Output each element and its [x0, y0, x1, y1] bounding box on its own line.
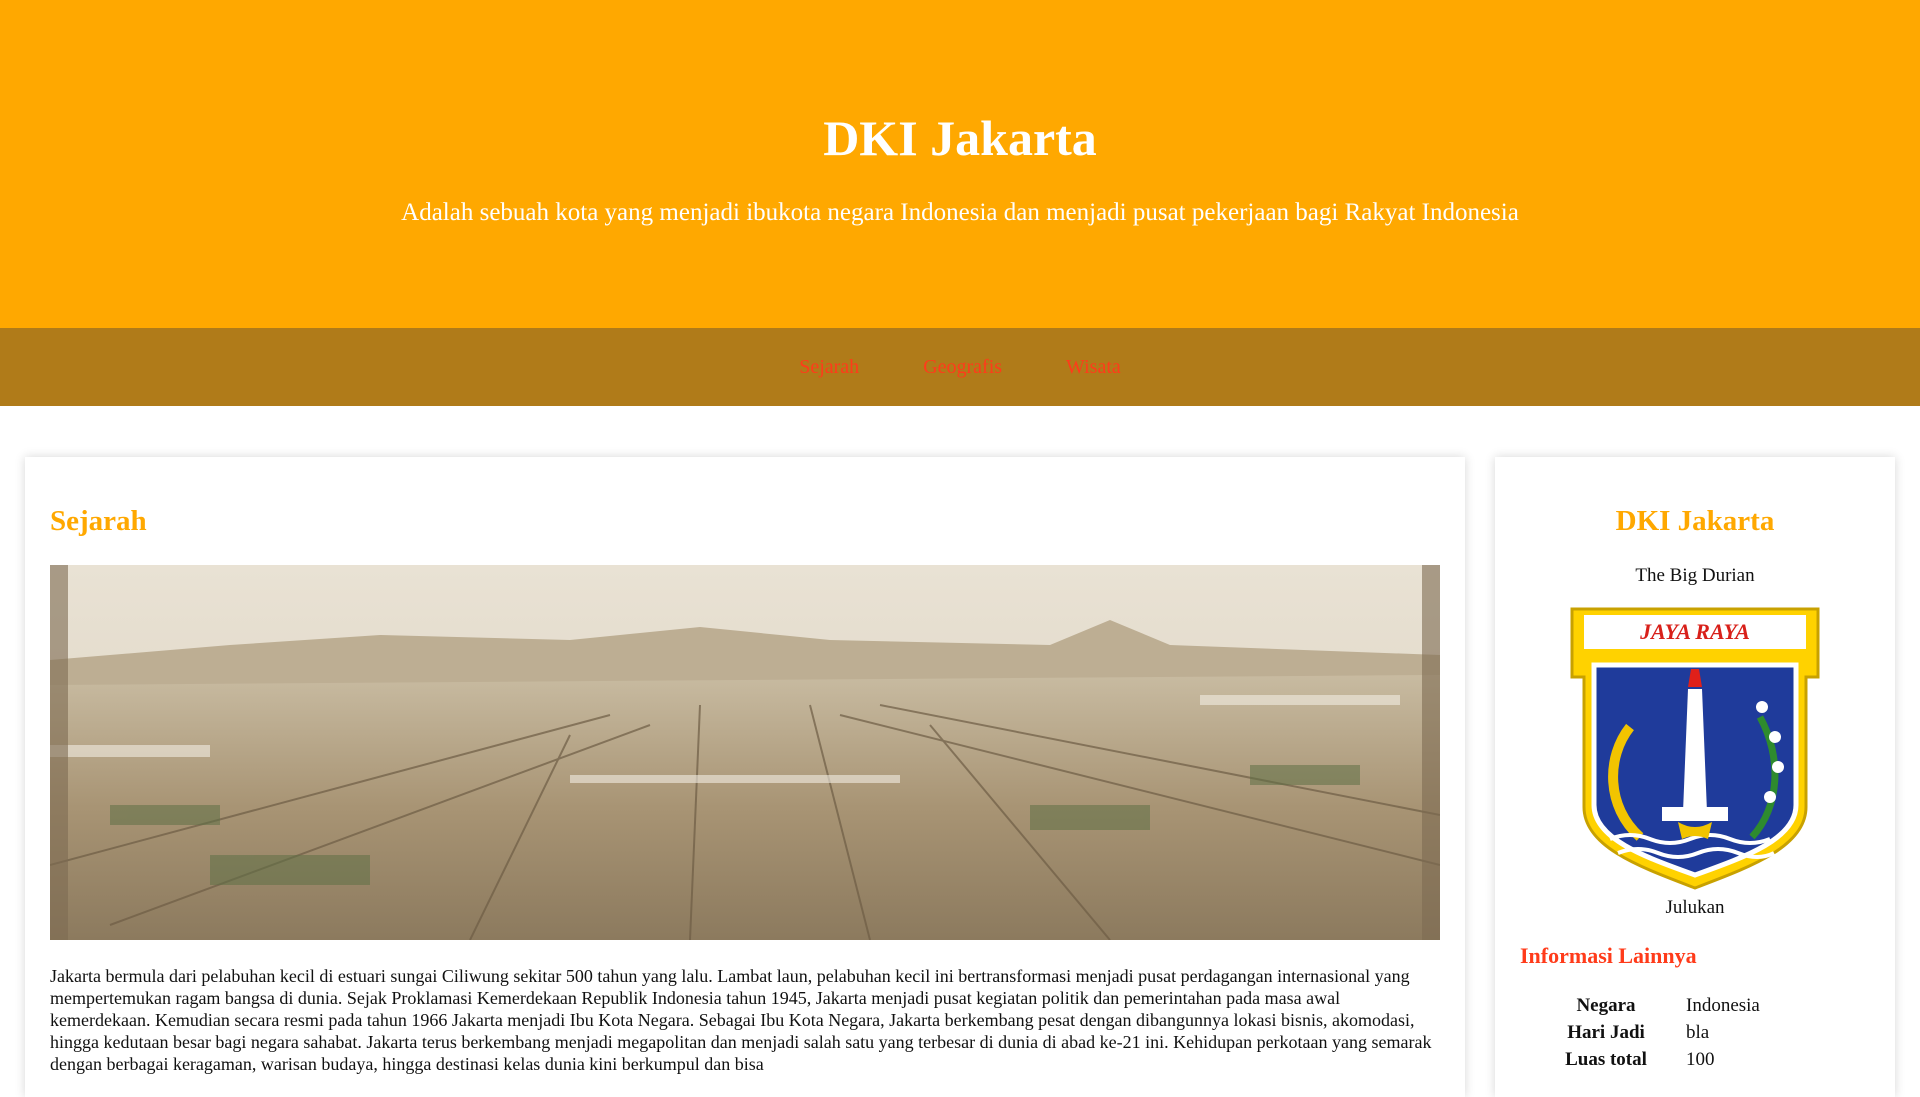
emblem-banner-text: JAYA RAYA: [1639, 619, 1750, 644]
history-card: Sejarah Jakarta bermula dari pelabuhan k…: [25, 457, 1465, 1097]
info-value: 100: [1686, 1049, 1715, 1070]
page-subtitle: Adalah sebuah kota yang menjadi ibukota …: [401, 199, 1519, 226]
info-key: Hari Jadi: [1567, 1022, 1645, 1043]
painting-image: [50, 565, 1440, 940]
info-key: Negara: [1576, 995, 1636, 1016]
info-value: Indonesia: [1686, 995, 1760, 1016]
table-row: Luas total 100: [1540, 1046, 1766, 1073]
page-title: DKI Jakarta: [823, 110, 1097, 166]
city-nickname: The Big Durian: [1635, 565, 1755, 586]
info-value: bla: [1686, 1022, 1710, 1043]
info-key: Luas total: [1565, 1049, 1647, 1070]
table-row: Negara Indonesia: [1540, 992, 1766, 1019]
section-title: Sejarah: [50, 505, 147, 537]
table-row: Hari Jadi bla: [1540, 1019, 1766, 1046]
hero-header: DKI Jakarta Adalah sebuah kota yang menj…: [0, 0, 1920, 328]
history-paragraph: Jakarta bermula dari pelabuhan kecil di …: [50, 966, 1432, 1074]
info-title: Informasi Lainnya: [1520, 943, 1697, 968]
jakarta-emblem: JAYA RAYA: [1570, 607, 1820, 890]
info-table: Negara Indonesia Hari Jadi bla Luas tota…: [1540, 992, 1766, 1073]
old-batavia-painting: [50, 565, 1440, 940]
main-nav: Sejarah Geografis Wisata: [0, 328, 1920, 406]
nav-link-geografis[interactable]: Geografis: [923, 356, 1002, 379]
emblem-caption: Julukan: [1665, 897, 1725, 918]
nav-link-wisata[interactable]: Wisata: [1066, 356, 1121, 379]
nav-link-sejarah[interactable]: Sejarah: [799, 356, 859, 379]
info-sidebar: DKI Jakarta The Big Durian JAYA RAYA Jul…: [1495, 457, 1895, 1097]
emblem-icon: JAYA RAYA: [1570, 607, 1820, 890]
sidebar-title: DKI Jakarta: [1615, 505, 1775, 537]
